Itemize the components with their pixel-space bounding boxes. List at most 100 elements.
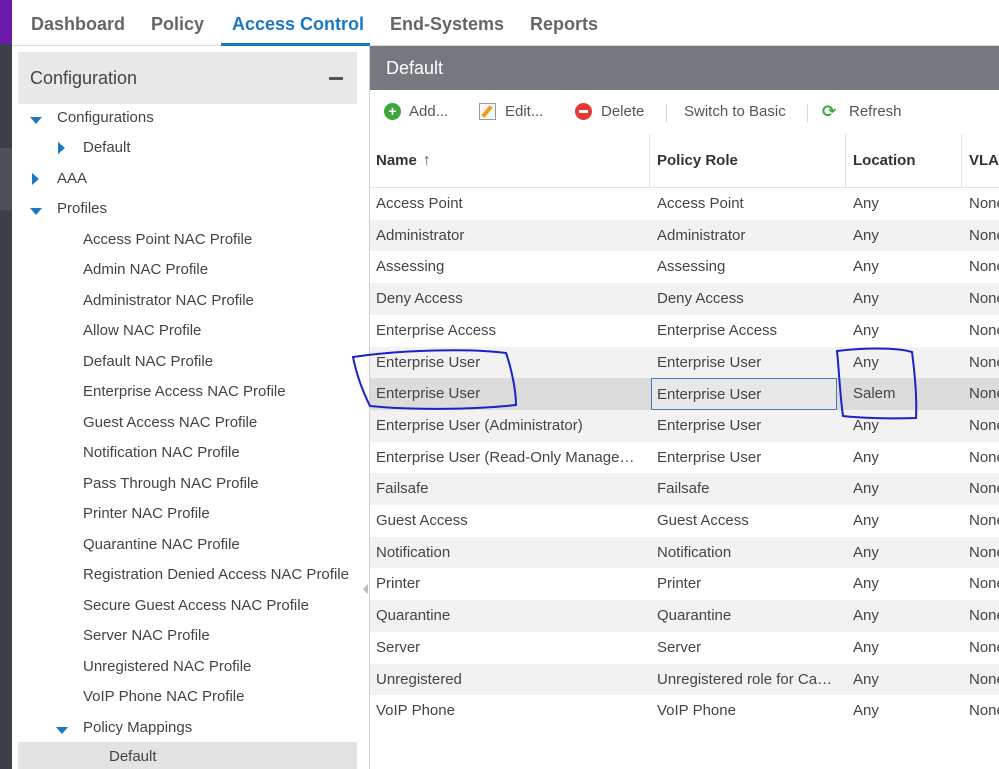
cell-name[interactable]: Printer: [376, 568, 641, 600]
tree-item-profile[interactable]: Notification NAC Profile: [83, 438, 240, 468]
tree-item-default-mapping[interactable]: Default: [18, 742, 357, 769]
cell-vlan[interactable]: None: [969, 505, 999, 537]
cell-location[interactable]: Any: [853, 632, 953, 664]
column-header-name[interactable]: Name ↑: [376, 134, 431, 188]
column-divider[interactable]: [961, 134, 962, 188]
cell-name[interactable]: Administrator: [376, 220, 641, 252]
table-row[interactable]: VoIP Phone VoIP Phone Any None: [370, 695, 999, 727]
tree-item-profile[interactable]: Unregistered NAC Profile: [83, 652, 251, 682]
cell-location[interactable]: Any: [853, 347, 953, 379]
tree-item-profile[interactable]: Guest Access NAC Profile: [83, 408, 257, 438]
tree-item-profile[interactable]: Printer NAC Profile: [83, 499, 210, 529]
cell-location[interactable]: Any: [853, 473, 953, 505]
cell-policy-role[interactable]: Deny Access: [657, 283, 837, 315]
cell-vlan[interactable]: None: [969, 695, 999, 727]
tree-item-profile[interactable]: VoIP Phone NAC Profile: [83, 682, 244, 712]
cell-location[interactable]: Any: [853, 220, 953, 252]
expanded-arrow-icon[interactable]: [56, 724, 68, 736]
refresh-button[interactable]: ⟳ Refresh: [822, 100, 902, 124]
cell-location[interactable]: Any: [853, 410, 953, 442]
tree-item-profile[interactable]: Server NAC Profile: [83, 621, 210, 651]
cell-location[interactable]: Any: [853, 664, 953, 696]
table-row[interactable]: Enterprise Access Enterprise Access Any Non…: [370, 315, 999, 347]
cell-name[interactable]: VoIP Phone: [376, 695, 641, 727]
column-header-policy-role[interactable]: Policy Role: [657, 134, 738, 188]
cell-vlan[interactable]: None: [969, 568, 999, 600]
cell-name[interactable]: Deny Access: [376, 283, 641, 315]
cell-location[interactable]: Any: [853, 600, 953, 632]
cell-policy-role[interactable]: Enterprise User: [657, 347, 837, 379]
tree-item-configurations[interactable]: Configurations: [57, 103, 154, 133]
tree-item-policy-mappings[interactable]: Policy Mappings: [83, 713, 192, 743]
cell-location[interactable]: Any: [853, 283, 953, 315]
table-row[interactable]: Quarantine Quarantine Any None: [370, 600, 999, 632]
table-row[interactable]: Enterprise User Enterprise User Any None: [370, 346, 999, 379]
cell-policy-role[interactable]: Enterprise User: [651, 378, 837, 410]
cell-policy-role[interactable]: Notification: [657, 537, 837, 569]
cell-location[interactable]: Salem: [853, 378, 953, 410]
cell-vlan[interactable]: None: [969, 283, 999, 315]
column-header-vlan[interactable]: VLAN: [969, 134, 999, 188]
table-row[interactable]: Access Point Access Point Any None: [370, 188, 999, 220]
cell-vlan[interactable]: None: [969, 632, 999, 664]
column-divider[interactable]: [649, 134, 650, 188]
cell-location[interactable]: Any: [853, 442, 953, 474]
cell-vlan[interactable]: None: [969, 378, 999, 410]
cell-policy-role[interactable]: Assessing: [657, 251, 837, 283]
cell-policy-role[interactable]: Enterprise User: [657, 410, 837, 442]
cell-name[interactable]: Assessing: [376, 251, 641, 283]
cell-name[interactable]: Enterprise User (Administrator): [376, 410, 641, 442]
cell-vlan[interactable]: None: [969, 537, 999, 569]
cell-name[interactable]: Access Point: [376, 188, 641, 220]
cell-policy-role[interactable]: Printer: [657, 568, 837, 600]
cell-name[interactable]: Quarantine: [376, 600, 641, 632]
cell-vlan[interactable]: None: [969, 220, 999, 252]
table-row[interactable]: Enterprise User (Administrator) Enterpris…: [370, 409, 999, 442]
cell-policy-role[interactable]: Administrator: [657, 220, 837, 252]
tab-end-systems[interactable]: End-Systems: [390, 0, 504, 46]
expanded-arrow-icon[interactable]: [30, 114, 42, 126]
cell-location[interactable]: Any: [853, 695, 953, 727]
edit-button[interactable]: Edit...: [479, 100, 543, 124]
table-row[interactable]: Assessing Assessing Any None: [370, 251, 999, 283]
cell-policy-role[interactable]: VoIP Phone: [657, 695, 837, 727]
cell-name[interactable]: Enterprise User: [376, 347, 641, 379]
tree-item-aaa[interactable]: AAA: [57, 164, 87, 194]
cell-policy-role[interactable]: Unregistered role for Captive Portal: [657, 664, 837, 696]
cell-location[interactable]: Any: [853, 505, 953, 537]
cell-vlan[interactable]: None: [969, 410, 999, 442]
cell-policy-role[interactable]: Quarantine: [657, 600, 837, 632]
tab-dashboard[interactable]: Dashboard: [31, 0, 125, 46]
cell-name[interactable]: Enterprise Access: [376, 315, 641, 347]
table-row[interactable]: Enterprise User (Read-Only Management) En…: [370, 442, 999, 474]
column-header-location[interactable]: Location: [853, 134, 916, 188]
cell-vlan[interactable]: None: [969, 188, 999, 220]
cell-vlan[interactable]: None: [969, 473, 999, 505]
cell-vlan[interactable]: None: [969, 664, 999, 696]
cell-vlan[interactable]: None: [969, 442, 999, 474]
cell-location[interactable]: Any: [853, 251, 953, 283]
table-row[interactable]: Guest Access Guest Access Any None: [370, 505, 999, 537]
collapse-left-icon[interactable]: [363, 584, 368, 594]
collapse-icon[interactable]: [329, 77, 343, 80]
cell-policy-role[interactable]: Guest Access: [657, 505, 837, 537]
cell-name[interactable]: Enterprise User (Read-Only Management): [376, 442, 641, 474]
table-row[interactable]: Deny Access Deny Access Any None: [370, 283, 999, 315]
cell-policy-role[interactable]: Server: [657, 632, 837, 664]
cell-vlan[interactable]: None: [969, 251, 999, 283]
tree-item-profile[interactable]: Quarantine NAC Profile: [83, 530, 240, 560]
cell-policy-role[interactable]: Enterprise User: [657, 442, 837, 474]
tab-reports[interactable]: Reports: [530, 0, 598, 46]
tab-policy[interactable]: Policy: [151, 0, 204, 46]
cell-location[interactable]: Any: [853, 537, 953, 569]
cell-name[interactable]: Notification: [376, 537, 641, 569]
cell-vlan[interactable]: None: [969, 315, 999, 347]
cell-policy-role[interactable]: Enterprise Access: [657, 315, 837, 347]
cell-name[interactable]: Enterprise User: [376, 378, 641, 410]
cell-vlan[interactable]: None: [969, 347, 999, 379]
tree-item-profile[interactable]: Default NAC Profile: [83, 347, 213, 377]
tree-item-profile[interactable]: Enterprise Access NAC Profile: [83, 377, 286, 407]
tab-access-control[interactable]: Access Control: [221, 0, 370, 46]
table-row[interactable]: Server Server Any None: [370, 632, 999, 664]
cell-location[interactable]: Any: [853, 568, 953, 600]
